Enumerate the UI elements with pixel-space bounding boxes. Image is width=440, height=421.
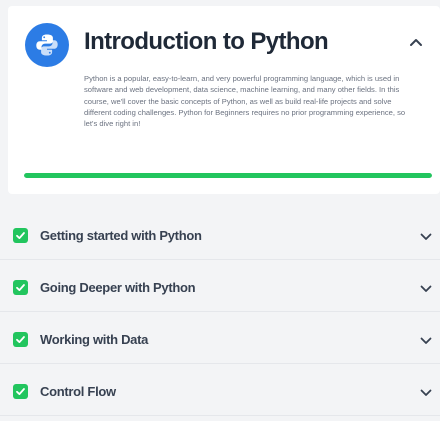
module-label: Going Deeper with Python <box>40 280 196 295</box>
module-row[interactable]: Going Deeper with Python <box>0 260 440 312</box>
chevron-down-icon[interactable] <box>419 386 433 400</box>
module-row[interactable]: Control Flow <box>0 364 440 416</box>
python-logo-icon <box>25 23 69 67</box>
module-row[interactable]: Working with Data <box>0 312 440 364</box>
chevron-down-icon[interactable] <box>419 334 433 348</box>
chevron-up-icon <box>410 39 422 46</box>
collapse-button[interactable] <box>406 32 426 52</box>
module-label: Getting started with Python <box>40 228 202 243</box>
chevron-down-icon[interactable] <box>419 282 433 296</box>
chevron-down-icon[interactable] <box>419 230 433 244</box>
check-icon <box>13 384 28 399</box>
module-label: Control Flow <box>40 384 116 399</box>
check-icon <box>13 228 28 243</box>
module-label: Working with Data <box>40 332 149 347</box>
course-header-card: Introduction to Python Python is a popul… <box>8 6 440 194</box>
course-title: Introduction to Python <box>84 28 329 55</box>
check-icon <box>13 332 28 347</box>
course-description: Python is a popular, easy-to-learn, and … <box>84 74 406 129</box>
module-row[interactable]: Getting started with Python <box>0 208 440 260</box>
module-list: Getting started with Python Going Deeper … <box>0 208 440 416</box>
course-progress-fill <box>24 173 432 178</box>
check-icon <box>13 280 28 295</box>
course-page: Introduction to Python Python is a popul… <box>0 0 440 421</box>
course-progress-bar <box>24 173 432 178</box>
